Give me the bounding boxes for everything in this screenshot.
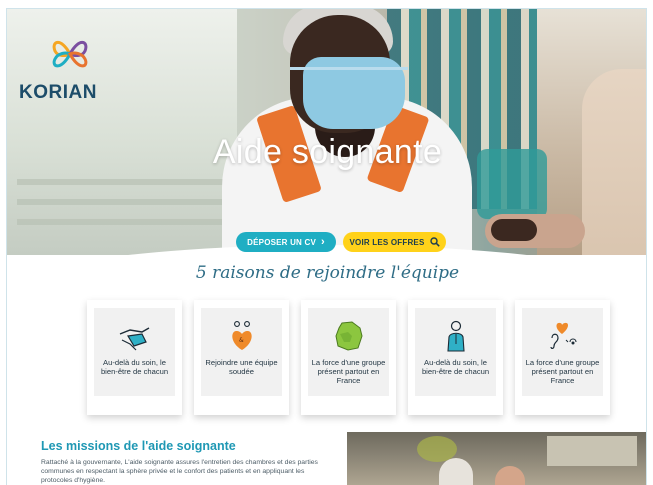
caregiver-person-icon — [447, 320, 465, 352]
listening-heart-icon — [550, 322, 577, 349]
reason-label: Au-delà du soin, le bien-être de chacun — [421, 358, 490, 376]
deposit-cv-label: DÉPOSER UN CV — [247, 237, 316, 247]
reasons-title: 5 raisons de rejoindre l'équipe — [195, 263, 460, 283]
page: Aide soignante KORIAN DÉPOSER UN CV › VO… — [6, 8, 647, 485]
missions-title: Les missions de l'aide soignante — [41, 439, 236, 453]
brand-name: KORIAN — [19, 82, 97, 103]
hero-title: Aide soignante — [212, 133, 443, 171]
reason-label: Rejoindre une équipe soudée — [205, 358, 278, 376]
reason-label: La force d'une groupe présent partout en… — [311, 358, 386, 385]
reason-card[interactable]: & Rejoindre une équipe soudée — [194, 300, 289, 415]
search-icon — [429, 237, 440, 247]
reason-card[interactable]: La force d'une groupe présent partout en… — [301, 300, 396, 415]
missions-text: Rattaché à la gouvernante, L'aide soigna… — [41, 459, 318, 484]
svg-text:&: & — [239, 337, 244, 344]
reason-card[interactable]: La force d'une groupe présent partout en… — [515, 300, 610, 415]
korian-logo[interactable]: KORIAN — [19, 35, 119, 103]
chevron-right-icon: › — [320, 235, 325, 248]
korian-butterfly-icon — [52, 40, 88, 68]
reason-card[interactable]: Au-delà du soin, le bien-être de chacun — [408, 300, 503, 415]
care-hands-icon — [119, 327, 150, 351]
reason-card[interactable]: Au-delà du soin, le bien-être de chacun — [87, 300, 182, 415]
missions-photo — [347, 432, 646, 485]
france-map-icon — [335, 321, 363, 351]
reason-label: Au-delà du soin, le bien-être de chacun — [100, 358, 169, 376]
deposit-cv-button[interactable]: DÉPOSER UN CV › — [236, 232, 336, 252]
reasons-cards: Au-delà du soin, le bien-être de chacun … — [87, 300, 610, 418]
reason-label: La force d'une groupe présent partout en… — [525, 358, 600, 385]
view-offers-label: VOIR LES OFFRES — [349, 237, 425, 247]
view-offers-button[interactable]: VOIR LES OFFRES — [343, 232, 446, 252]
team-heart-icon: & — [232, 321, 252, 350]
